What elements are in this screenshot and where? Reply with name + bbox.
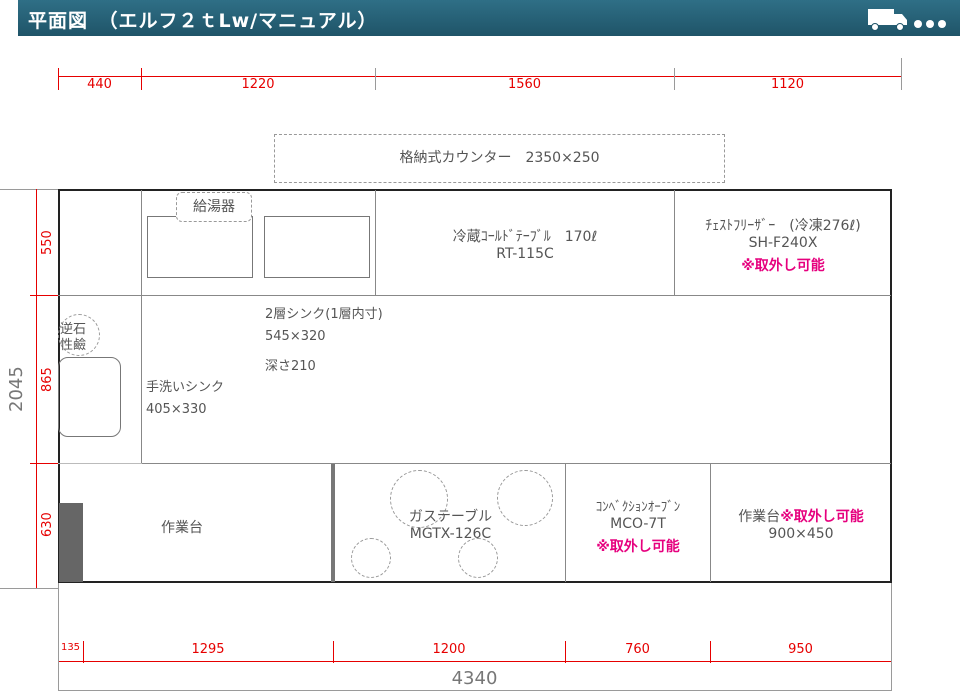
freezer-model: SH-F240X bbox=[748, 235, 818, 251]
convection-oven-model: MCO-7T bbox=[610, 516, 666, 532]
left-dim-2: 630 bbox=[40, 512, 55, 538]
dim-tick bbox=[891, 583, 892, 691]
burner-circle bbox=[351, 538, 391, 578]
partition-line bbox=[141, 463, 891, 464]
top-dim-3: 1120 bbox=[770, 77, 805, 92]
worktable-left-label: 作業台 bbox=[161, 520, 203, 536]
total-width-line bbox=[58, 690, 891, 691]
top-dim-2: 1560 bbox=[507, 77, 542, 92]
page-title: 平面図 （エルフ２ｔLw/マニュアル） bbox=[28, 10, 378, 32]
convection-oven-name: ｺﾝﾍﾞｸｼｮﾝｵｰﾌﾞﾝ bbox=[595, 500, 681, 515]
left-dim-1: 865 bbox=[40, 367, 55, 392]
wall-block bbox=[59, 503, 83, 582]
top-dim-0: 440 bbox=[87, 77, 112, 92]
hand-sink-basin bbox=[58, 357, 121, 437]
worktable-right-removable-note: ※取外し可能 bbox=[780, 509, 864, 525]
total-width: 4340 bbox=[451, 668, 498, 689]
worktable-right-size: 900×450 bbox=[768, 526, 834, 542]
left-dimension-line bbox=[36, 189, 37, 588]
divider-panel bbox=[331, 464, 335, 582]
freezer-name: ﾁｪｽﾄﾌﾘｰｻﾞｰ (冷凍276ℓ) bbox=[705, 218, 861, 234]
partition-line bbox=[141, 190, 142, 463]
gas-table-name: ガステーブル bbox=[408, 509, 493, 525]
left-dim-0: 550 bbox=[40, 230, 55, 255]
check-valve-label-2: 性鹼 bbox=[60, 338, 87, 353]
burner-circle bbox=[458, 538, 498, 578]
bottom-dim-0: 135 bbox=[60, 642, 81, 653]
freezer-removable-note: ※取外し可能 bbox=[741, 258, 825, 274]
sink2-title: 2層シンク(1層内寸) bbox=[265, 307, 383, 322]
cold-table-name: 冷蔵ｺｰﾙﾄﾞﾃｰﾌﾞﾙ 170ℓ bbox=[452, 229, 598, 245]
gas-table-model: MGTX-126C bbox=[409, 526, 492, 542]
dim-tick bbox=[901, 58, 902, 90]
bottom-dim-2: 1200 bbox=[432, 642, 466, 657]
convection-removable-note: ※取外し可能 bbox=[596, 539, 680, 555]
sink2-depth: 深さ210 bbox=[265, 359, 316, 374]
top-dim-1: 1220 bbox=[241, 77, 275, 92]
bottom-dimension-line bbox=[58, 661, 891, 662]
total-height: 2045 bbox=[6, 366, 27, 412]
sink-basin-left bbox=[147, 216, 253, 278]
water-heater: 給湯器 bbox=[176, 192, 252, 222]
sink2-size: 545×320 bbox=[265, 329, 326, 344]
cold-table-model: RT-115C bbox=[496, 246, 554, 262]
bottom-dim-3: 760 bbox=[625, 642, 650, 657]
partition-line bbox=[58, 463, 142, 464]
sink-basin-right bbox=[264, 216, 370, 278]
worktable-right-label: 作業台※取外し可能 bbox=[711, 506, 891, 526]
truck-icon bbox=[868, 9, 946, 31]
hand-sink-size: 405×330 bbox=[146, 402, 207, 417]
partition-line bbox=[58, 295, 891, 296]
retractable-counter: 格納式カウンター 2350×250 bbox=[274, 134, 725, 183]
bottom-dim-1: 1295 bbox=[191, 642, 225, 657]
hand-sink-name: 手洗いシンク bbox=[146, 380, 225, 395]
worktable-right-name: 作業台 bbox=[738, 509, 781, 525]
bottom-dim-4: 950 bbox=[788, 642, 813, 657]
